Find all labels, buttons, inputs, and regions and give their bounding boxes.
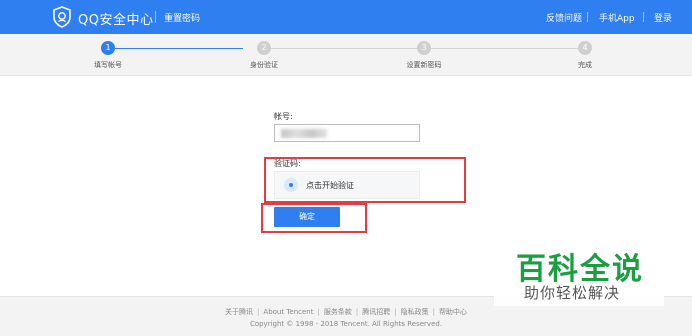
- qq-shield-logo-icon[interactable]: [52, 6, 72, 28]
- step-4-indicator: 4: [578, 41, 592, 55]
- brand-title[interactable]: QQ安全中心: [78, 9, 153, 28]
- annotation-box: [264, 157, 466, 203]
- brand-divider: [155, 11, 156, 23]
- redacted-account-value: [281, 129, 327, 138]
- step-1-label: 填写帐号: [94, 61, 122, 69]
- footer-separator: |: [432, 308, 435, 316]
- footer-separator: |: [317, 308, 320, 316]
- account-input[interactable]: [274, 124, 420, 142]
- feedback-link[interactable]: 反馈问题: [546, 11, 582, 24]
- footer-separator: |: [394, 308, 397, 316]
- footer-separator: |: [257, 308, 260, 316]
- header-divider: [643, 12, 644, 22]
- footer-help-link[interactable]: 帮助中心: [439, 308, 467, 316]
- step-2-label: 身份验证: [250, 61, 278, 69]
- login-link[interactable]: 登录: [654, 11, 672, 24]
- step-connector: [271, 48, 417, 49]
- footer-jobs-link[interactable]: 腾讯招聘: [362, 308, 390, 316]
- footer-links: 关于腾讯 | About Tencent | 服务条款 | 腾讯招聘 | 隐私政策 | 帮助中心: [0, 307, 692, 317]
- step-3-indicator: 3: [417, 41, 431, 55]
- footer-about-link[interactable]: 关于腾讯: [225, 308, 253, 316]
- progress-steps: 1 2 3 4 填写帐号 身份验证 设置新密码 完成: [0, 34, 692, 76]
- annotation-box: [261, 203, 367, 233]
- footer-privacy-link[interactable]: 隐私政策: [401, 308, 429, 316]
- step-4-label: 完成: [578, 61, 592, 69]
- top-header: QQ安全中心 重置密码 反馈问题 手机App 登录: [0, 0, 692, 34]
- page-subtitle: 重置密码: [164, 14, 201, 24]
- step-connector: [431, 48, 578, 49]
- watermark-subtitle: 助你轻松解决: [524, 284, 621, 302]
- footer-terms-link[interactable]: 服务条款: [324, 308, 352, 316]
- watermark: 百科全说 助你轻松解决: [494, 242, 664, 306]
- mobile-app-link[interactable]: 手机App: [599, 11, 635, 24]
- step-3-label: 设置新密码: [406, 61, 442, 69]
- account-label: 帐号:: [274, 112, 293, 121]
- step-2-indicator: 2: [257, 41, 271, 55]
- step-1-indicator: 1: [101, 41, 115, 55]
- footer-about-en-link[interactable]: About Tencent: [263, 308, 313, 316]
- header-divider: [587, 12, 588, 22]
- step-connector: [115, 48, 243, 49]
- copyright-text: Copyright © 1998 - 2018 Tencent. All Rig…: [249, 320, 443, 328]
- footer-separator: |: [355, 308, 359, 316]
